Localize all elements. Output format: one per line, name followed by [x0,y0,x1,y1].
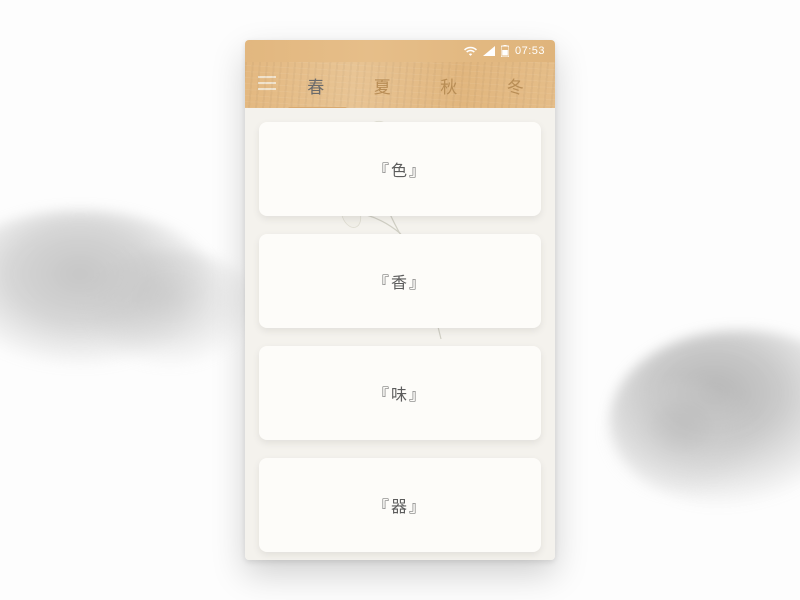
signal-icon [483,46,495,56]
content-area: 『色』 『香』 『味』 『器』 [245,108,555,560]
card-label: 『香』 [373,269,427,293]
season-tabs: 春 夏 秋 冬 [283,69,549,102]
card-color[interactable]: 『色』 [259,122,541,216]
phone-frame: 07:53 春 夏 秋 冬 [245,40,555,560]
wifi-icon [464,46,477,56]
tab-autumn[interactable]: 秋 [438,69,460,102]
card-label: 『味』 [373,381,427,405]
menu-button[interactable] [251,76,283,95]
status-clock: 07:53 [515,45,545,57]
card-label: 『色』 [373,157,427,181]
tab-summer[interactable]: 夏 [372,69,394,102]
card-label: 『器』 [373,493,427,517]
bg-mountain-right-low [600,380,760,500]
hamburger-icon [258,76,276,95]
tab-spring[interactable]: 春 [305,69,327,102]
bg-mountain-left [0,210,220,370]
card-scent[interactable]: 『香』 [259,234,541,328]
tab-bar: 春 夏 秋 冬 [245,62,555,108]
battery-icon [501,45,509,57]
card-taste[interactable]: 『味』 [259,346,541,440]
tab-winter[interactable]: 冬 [505,69,527,102]
bg-mountain-right [610,330,800,510]
card-vessel[interactable]: 『器』 [259,458,541,552]
status-bar: 07:53 [245,40,555,62]
bg-mountain-left-low [80,250,260,370]
